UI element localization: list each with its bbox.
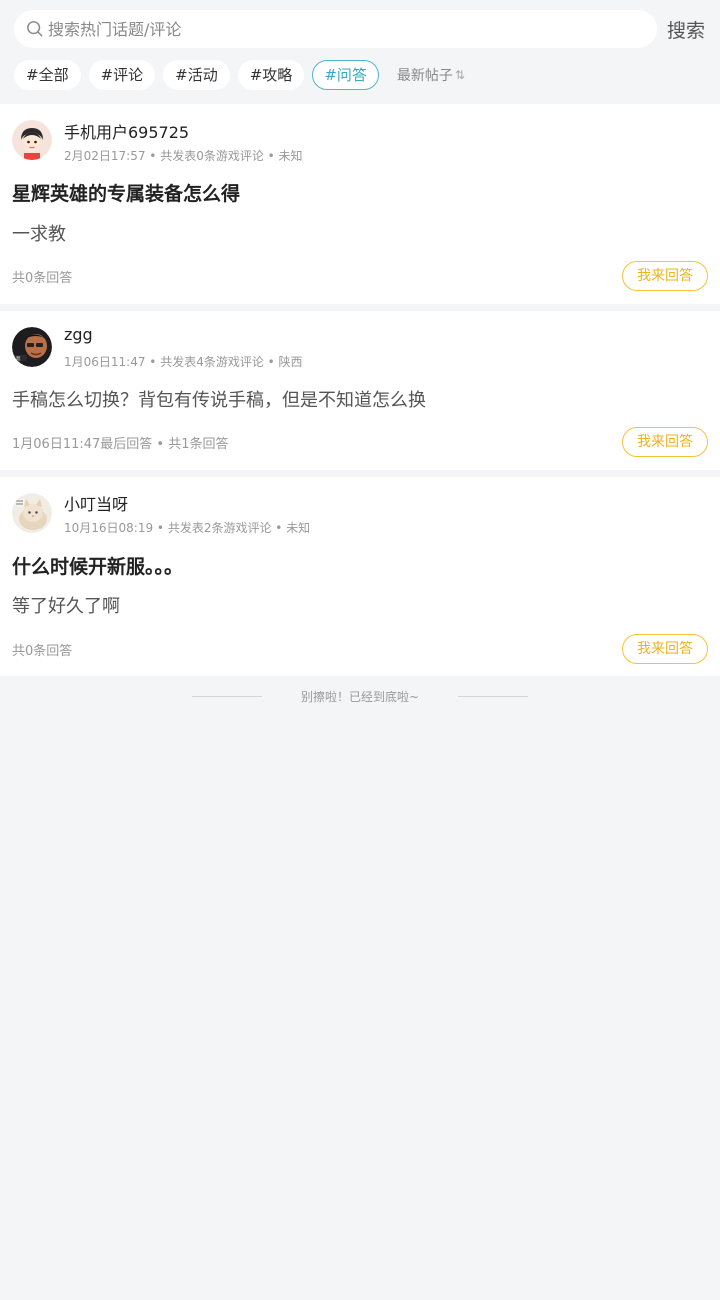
tag-guide[interactable]: #攻略 bbox=[237, 60, 305, 90]
answer-button[interactable]: 我来回答 bbox=[622, 427, 708, 457]
tag-review[interactable]: #评论 bbox=[88, 60, 156, 90]
post-meta: 1月06日11:47 • 共发表4条游戏评论 • 陕西 bbox=[64, 355, 303, 369]
post-footer: 共0条回答 bbox=[12, 644, 73, 659]
post-card[interactable]: 手机用户695725 2月02日17:57 • 共发表0条游戏评论 • 未知 星… bbox=[0, 104, 720, 304]
answer-button[interactable]: 我来回答 bbox=[622, 634, 708, 664]
post-card[interactable]: 嗯 zgg 1月06日11:47 • 共发表4条游戏评论 • 陕西 手稿怎么切换… bbox=[0, 311, 720, 470]
post-meta: 2月02日17:57 • 共发表0条游戏评论 • 未知 bbox=[64, 149, 303, 163]
post-body[interactable]: 手稿怎么切换？背包有传说手稿，但是不知道怎么换 bbox=[12, 386, 426, 412]
post-username[interactable]: 小叮当呀 bbox=[64, 491, 128, 515]
post-footer: 1月06日11:47最后回答 • 共1条回答 bbox=[12, 437, 229, 452]
divider bbox=[458, 696, 528, 697]
post-footer: 共0条回答 bbox=[12, 271, 73, 286]
end-of-list-text: 别擦啦！已经到底啦~ bbox=[300, 690, 420, 704]
tag-all[interactable]: #全部 bbox=[14, 60, 81, 90]
search-icon bbox=[27, 21, 43, 37]
post-username[interactable]: 手机用户695725 bbox=[64, 119, 189, 143]
sort-label: 最新帖子 bbox=[396, 68, 453, 84]
post-username[interactable]: zgg bbox=[64, 325, 93, 344]
sort-arrows-icon: ⇅ bbox=[454, 68, 465, 82]
svg-text:嗯: 嗯 bbox=[16, 356, 21, 362]
search-input[interactable] bbox=[48, 19, 628, 39]
tag-filter-bar: #全部 #评论 #活动 #攻略 #问答 最新帖子 ⇅ bbox=[14, 59, 465, 91]
post-title[interactable]: 星辉英雄的专属装备怎么得 bbox=[12, 179, 240, 206]
avatar[interactable] bbox=[12, 493, 52, 533]
end-of-list: 别擦啦！已经到底啦~ bbox=[0, 688, 720, 704]
search-box[interactable] bbox=[14, 10, 657, 48]
search-button[interactable]: 搜索 bbox=[667, 16, 705, 43]
top-bar: 搜索 #全部 #评论 #活动 #攻略 #问答 最新帖子 ⇅ bbox=[0, 0, 720, 104]
post-body[interactable]: 一求教 bbox=[12, 220, 66, 246]
avatar[interactable] bbox=[12, 120, 52, 160]
tag-qa[interactable]: #问答 bbox=[312, 60, 379, 90]
post-card[interactable]: 小叮当呀 10月16日08:19 • 共发表2条游戏评论 • 未知 什么时候开新… bbox=[0, 477, 720, 676]
post-title[interactable]: 什么时候开新服。。。 bbox=[12, 552, 183, 579]
sort-dropdown[interactable]: 最新帖子 ⇅ bbox=[397, 65, 465, 85]
answer-button[interactable]: 我来回答 bbox=[622, 261, 708, 291]
avatar[interactable]: 嗯 bbox=[12, 327, 52, 367]
tag-event[interactable]: #活动 bbox=[163, 60, 230, 90]
post-body[interactable]: 等了好久了啊 bbox=[12, 592, 120, 618]
post-meta: 10月16日08:19 • 共发表2条游戏评论 • 未知 bbox=[64, 521, 311, 535]
